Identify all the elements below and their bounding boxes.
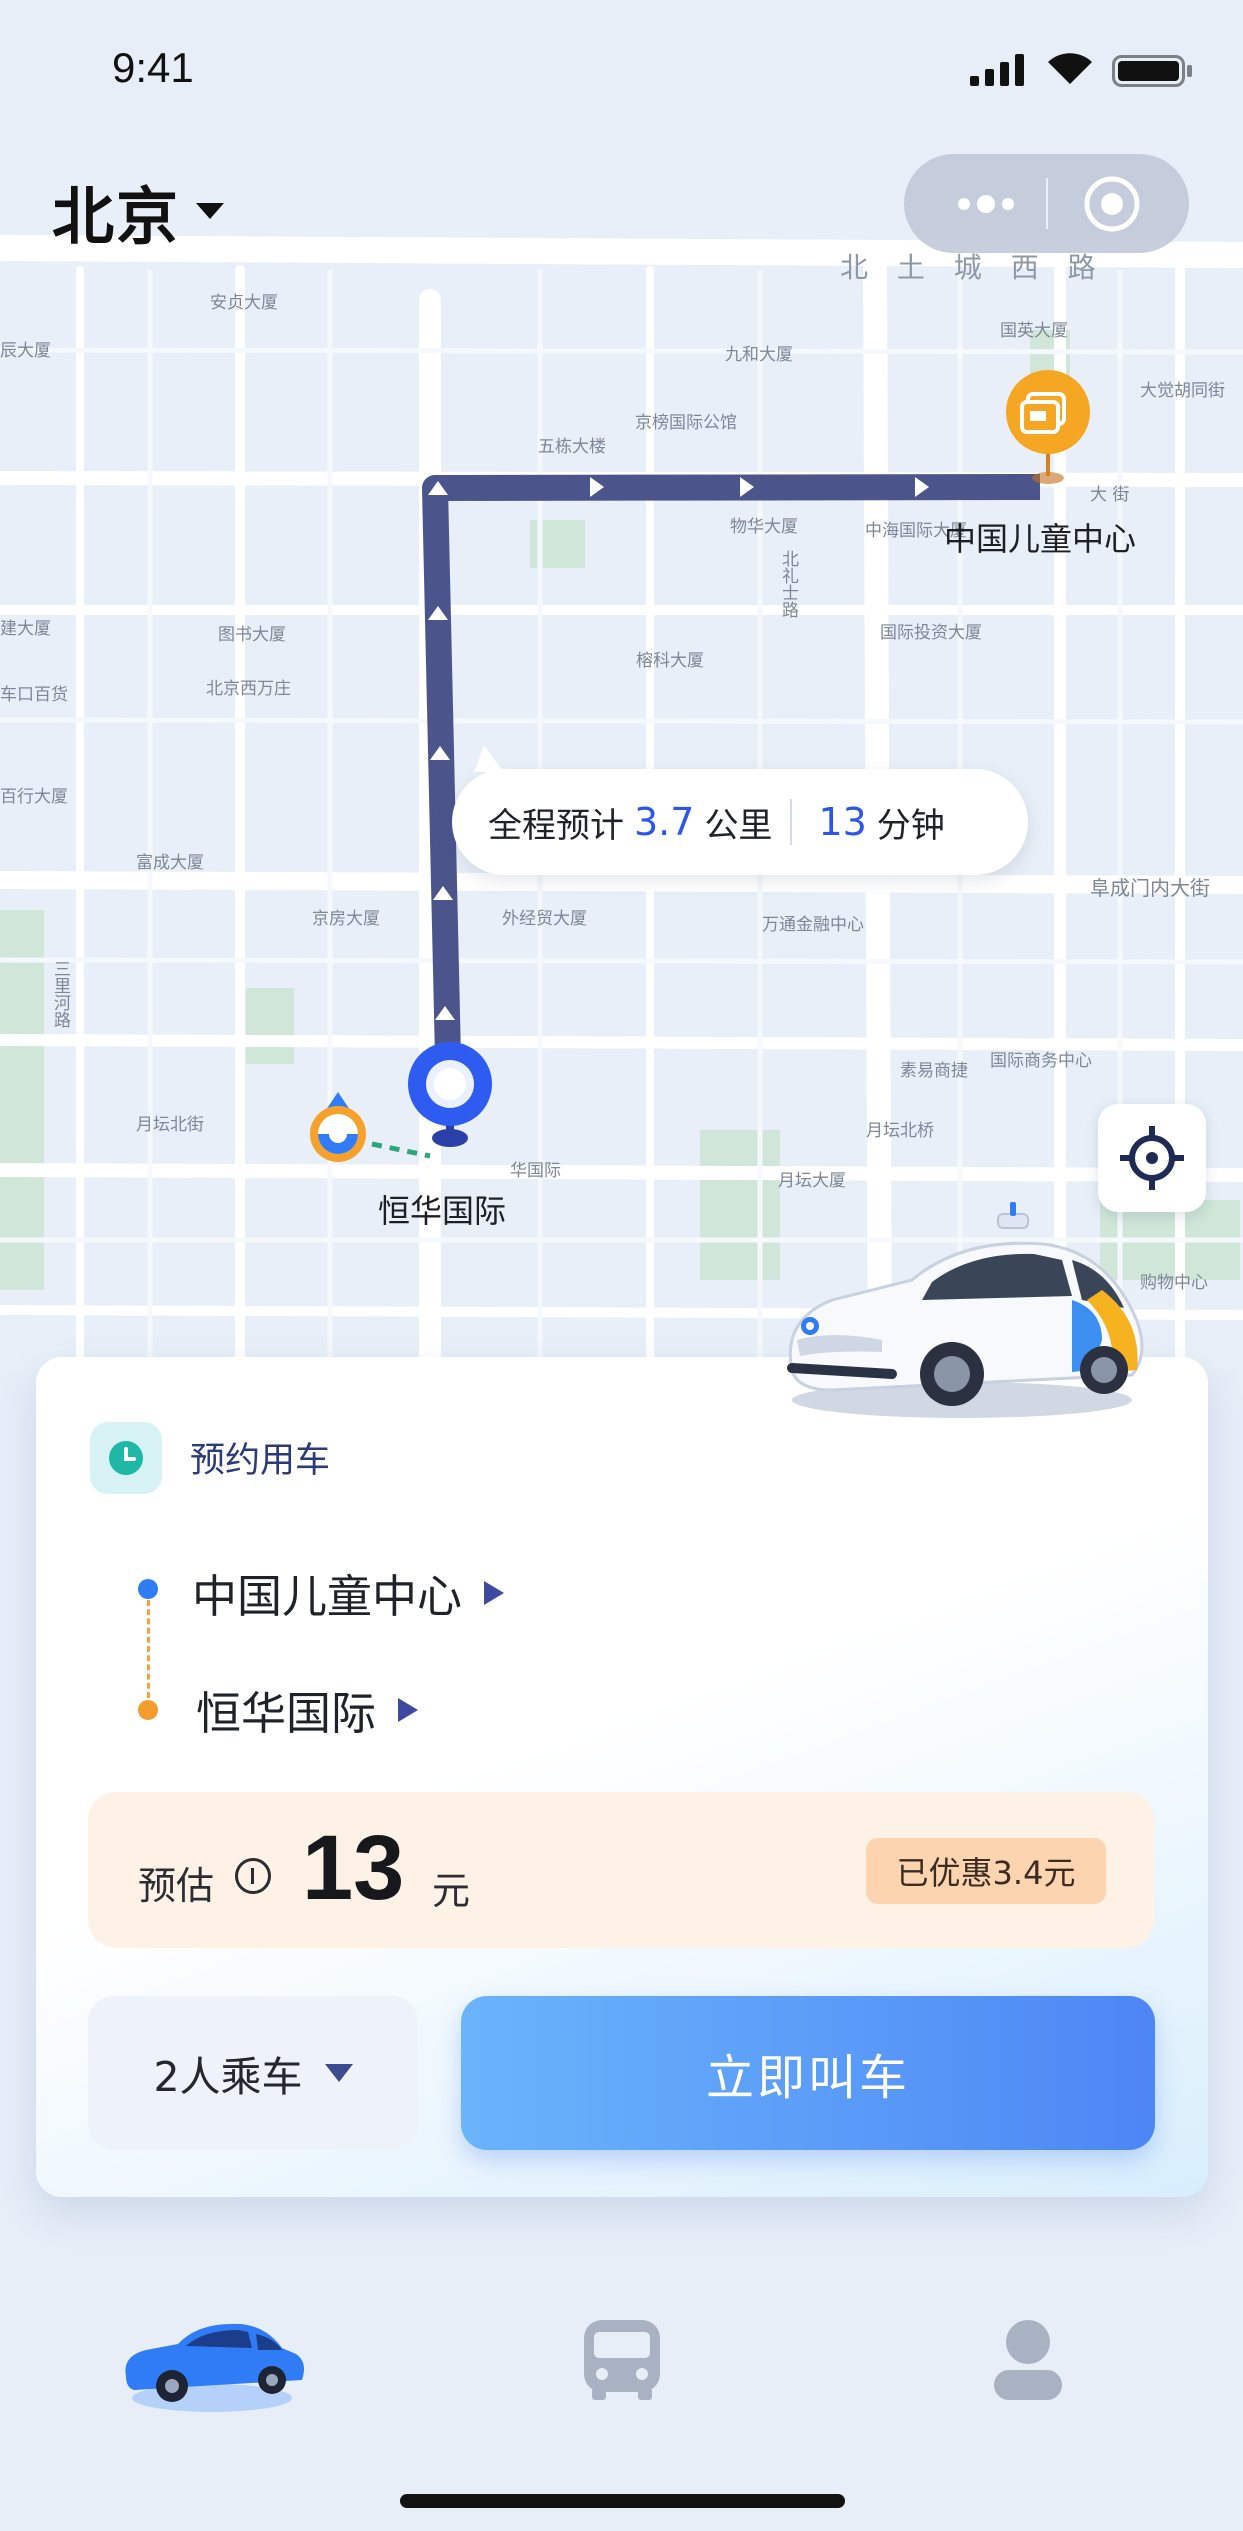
start-point-dot	[138, 1579, 158, 1599]
map-label: 素易商捷	[900, 1061, 968, 1081]
map-label: 车口百货	[0, 685, 68, 705]
clock-icon	[109, 1441, 143, 1475]
map-label: 国际投资大厦	[880, 623, 982, 643]
map-label: 九和大厦	[725, 345, 793, 365]
robotaxi-illustration	[772, 1200, 1152, 1430]
map-label: 月坛北街	[136, 1115, 204, 1135]
map-label: 建大厦	[0, 619, 51, 639]
map-label: 百行大厦	[0, 787, 68, 807]
end-location: 恒华国际	[196, 1687, 377, 1740]
city-selector[interactable]: 北京	[52, 166, 225, 256]
start-location-row[interactable]: 中国儿童中心	[192, 1560, 505, 1625]
city-name: 北京	[52, 180, 181, 253]
dest-pin-icon	[1006, 370, 1090, 484]
map-label: 外经贸大厦	[502, 909, 587, 929]
caret-down-icon	[324, 2064, 353, 2082]
map-label: 辰大厦	[0, 341, 51, 361]
passenger-count: 2人乘车	[153, 2053, 303, 2101]
distance-unit: 公里	[704, 805, 773, 846]
status-bar: 9:41	[0, 0, 1243, 140]
destination-poi-label: 中国儿童中心	[944, 520, 1137, 558]
play-arrow-icon	[484, 1580, 505, 1605]
battery-icon	[1112, 55, 1192, 87]
wifi-icon	[1048, 53, 1092, 84]
duration-unit: 分钟	[876, 805, 945, 846]
call-car-button[interactable]: 立即叫车	[461, 1996, 1155, 2150]
origin-poi-label: 恒华国际	[378, 1192, 507, 1230]
play-arrow-icon	[398, 1697, 419, 1722]
more-dots-icon	[958, 195, 1014, 213]
price-value: 13	[302, 1817, 405, 1919]
map-view[interactable]: 北 土 城 西 路 安贞大厦 辰大厦 九和大厦 国英大厦 五栋大楼 京榜国际公馆…	[0, 140, 1243, 1370]
map-label: 安贞大厦	[210, 293, 278, 313]
target-circle-icon	[1084, 176, 1140, 232]
map-label: 京房大厦	[312, 909, 380, 929]
discount-badge: 已优惠3.4元	[866, 1838, 1106, 1904]
map-label: 北礼士路	[778, 550, 798, 618]
map-label: 图书大厦	[218, 625, 286, 645]
map-label: 阜成门内大街	[1090, 876, 1210, 900]
user-icon	[994, 2320, 1062, 2400]
miniprogram-capsule	[904, 154, 1189, 253]
end-point-dot	[138, 1700, 158, 1720]
map-label: 五栋大楼	[538, 437, 606, 457]
more-button[interactable]	[934, 176, 1034, 231]
map-label: 北京西万庄	[206, 679, 291, 699]
reserve-ride-label[interactable]: 预约用车	[190, 1432, 330, 1483]
tab-bus[interactable]	[580, 2318, 664, 2406]
tab-car[interactable]	[116, 2298, 316, 2422]
info-icon[interactable]	[235, 1858, 271, 1894]
bubble-prefix: 全程预计	[488, 805, 624, 846]
car-illustration-icon	[787, 1202, 1144, 1418]
end-location-row[interactable]: 恒华国际	[196, 1677, 419, 1742]
route-duration: 13	[818, 800, 867, 844]
pickup-point-icon	[300, 1086, 376, 1166]
route-connector	[147, 1600, 150, 1698]
map-label: 物华大厦	[730, 517, 798, 537]
price-unit: 元	[432, 1869, 471, 1913]
map-label: 月坛北桥	[866, 1121, 934, 1141]
car-icon	[125, 2323, 304, 2412]
estimate-label: 预估	[138, 1864, 215, 1908]
signal-icon	[970, 54, 1024, 86]
map-label: 华国际	[510, 1161, 561, 1181]
destination-marker[interactable]	[1000, 366, 1100, 486]
map-label: 国际商务中心	[990, 1051, 1092, 1071]
map-label: 国英大厦	[1000, 321, 1068, 341]
crosshair-icon	[1120, 1126, 1184, 1190]
map-label: 三里河路	[50, 960, 70, 1028]
map-label: 万通金融中心	[762, 915, 864, 935]
reserve-ride-icon[interactable]	[90, 1422, 162, 1494]
origin-pin-icon	[408, 1042, 492, 1147]
bubble-divider	[790, 799, 793, 845]
origin-marker[interactable]	[406, 1040, 496, 1160]
route-summary-bubble: 全程预计 3.7 公里 13 分钟	[452, 769, 1028, 875]
start-location: 中国儿童中心	[192, 1570, 463, 1623]
bus-icon	[584, 2320, 660, 2400]
capsule-divider	[1046, 178, 1048, 229]
map-label: 月坛大厦	[778, 1171, 846, 1191]
close-miniprogram-button[interactable]	[1080, 172, 1144, 236]
status-time: 9:41	[112, 44, 194, 91]
map-label: 京榜国际公馆	[635, 413, 737, 433]
map-label: 大觉胡同街	[1140, 381, 1225, 401]
passenger-selector[interactable]: 2人乘车	[88, 1996, 418, 2150]
map-label: 榕科大厦	[636, 651, 704, 671]
bubble-tail	[474, 746, 504, 772]
tab-profile[interactable]	[990, 2320, 1066, 2404]
route-distance: 3.7	[634, 800, 695, 844]
home-indicator	[400, 2494, 845, 2508]
locate-button[interactable]	[1098, 1104, 1206, 1212]
map-label: 富成大厦	[136, 853, 204, 873]
caret-down-icon	[196, 203, 225, 219]
